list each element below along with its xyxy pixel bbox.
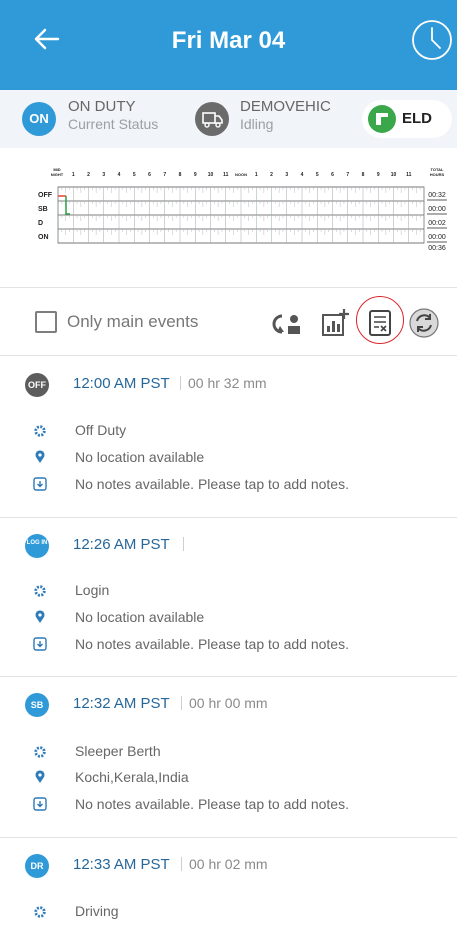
event-status: Sleeper Berth — [75, 743, 161, 759]
location-pin-icon — [35, 770, 45, 783]
graph-row-total: 00:02 — [428, 220, 446, 227]
graph-hour-label: 10 — [391, 172, 397, 178]
event-badge: LOG IN — [25, 534, 49, 558]
graph-hour-label: 4 — [301, 172, 304, 178]
graph-hour-label: 7 — [163, 172, 166, 178]
eld-logo-icon — [368, 105, 396, 133]
event-notes[interactable]: No notes available. Please tap to add no… — [75, 796, 349, 812]
gear-icon — [34, 906, 46, 918]
graph-row-label: D — [38, 220, 43, 227]
event-badge: DR — [25, 854, 49, 878]
graph-hour-label: 2 — [87, 172, 90, 178]
graph-hour-label: 3 — [102, 172, 105, 178]
divider — [181, 857, 182, 871]
event-status: Off Duty — [75, 422, 127, 438]
graph-hour-label: 6 — [148, 172, 151, 178]
duty-status-label: ON DUTY — [68, 98, 136, 115]
status-bar: ON ON DUTY Current Status DEMOVEHIC Idli… — [0, 90, 457, 148]
graph-hour-label: 3 — [285, 172, 288, 178]
event-card[interactable]: DR 12:33 AM PST 00 hr 02 mm Driving — [0, 838, 457, 926]
add-chart-icon[interactable] — [318, 306, 352, 340]
vehicle-name: DEMOVEHIC — [240, 98, 331, 115]
filter-row: Only main events — [0, 290, 457, 356]
main-events-label: Only main events — [67, 312, 199, 331]
graph-hour-label: 2 — [270, 172, 273, 178]
graph-hour-label: 8 — [179, 172, 182, 178]
graph-hour-label: 9 — [377, 172, 380, 178]
graph-row-total: 00:32 — [428, 192, 446, 199]
graph-hour-label: NOON — [235, 172, 247, 177]
note-icon[interactable] — [33, 477, 47, 491]
gear-icon — [34, 746, 46, 758]
duty-status-sub: Current Status — [68, 116, 159, 132]
graph-hour-label: 5 — [133, 172, 136, 178]
graph-grand-total: 00:36 — [428, 245, 446, 252]
page-title: Fri Mar 04 — [171, 27, 286, 54]
sync-icon[interactable] — [407, 306, 441, 340]
event-card[interactable]: LOG IN 12:26 AM PST Login No location av… — [0, 518, 457, 677]
event-location: Kochi,Kerala,India — [75, 769, 189, 785]
divider — [180, 376, 181, 390]
event-notes[interactable]: No notes available. Please tap to add no… — [75, 476, 349, 492]
graph-row-label: SB — [38, 206, 48, 213]
graph-hour-label: 4 — [118, 172, 121, 178]
main-events-checkbox[interactable] — [35, 311, 57, 333]
event-duration: 00 hr 02 mm — [189, 856, 268, 872]
event-location: No location available — [75, 449, 205, 465]
event-badge: SB — [25, 693, 49, 717]
graph-hour-label: 9 — [194, 172, 197, 178]
graph-row-total: 00:00 — [428, 234, 446, 241]
divider — [183, 537, 184, 551]
graph-row-total: 00:00 — [428, 206, 446, 213]
clock-icon[interactable] — [410, 18, 454, 62]
graph-hour-label: 5 — [316, 172, 319, 178]
vehicle-state: Idling — [240, 116, 274, 132]
event-time: 12:32 AM PST — [73, 695, 170, 712]
graph-row-label: OFF — [38, 192, 53, 199]
graph-duty-line — [65, 196, 70, 215]
divider — [181, 696, 182, 710]
event-card[interactable]: OFF 12:00 AM PST 00 hr 32 mm Off Duty No… — [0, 357, 457, 518]
graph-hour-label: 8 — [362, 172, 365, 178]
note-icon[interactable] — [33, 797, 47, 811]
graph-hour-label: NIGHT — [51, 172, 64, 177]
event-status: Driving — [75, 903, 119, 919]
event-time: 12:00 AM PST — [73, 375, 170, 392]
event-time: 12:26 AM PST — [73, 536, 170, 553]
graph-row-label: ON — [38, 234, 49, 241]
eld-label: ELD — [402, 110, 432, 127]
graph-hour-label: 11 — [223, 172, 229, 178]
graph-hour-label: 11 — [406, 172, 412, 178]
duty-graph: MID NIGHT 1 2 3 4 5 6 7 8 9 10 11 NOON 1 2 3 4 5 6 7 8 9 10 11 TO… — [0, 148, 457, 288]
event-badge: OFF — [25, 373, 49, 397]
graph-hour-label: 10 — [208, 172, 214, 178]
note-icon[interactable] — [33, 637, 47, 651]
graph-hour-label: 6 — [331, 172, 334, 178]
eld-button[interactable]: ELD — [362, 100, 452, 138]
app-header: Fri Mar 04 — [0, 0, 457, 90]
graph-hour-label: 1 — [255, 172, 258, 178]
event-card[interactable]: SB 12:32 AM PST 00 hr 00 mm Sleeper Bert… — [0, 677, 457, 838]
location-pin-icon — [35, 610, 45, 623]
gear-icon — [34, 585, 46, 597]
graph-hour-label: 1 — [72, 172, 75, 178]
event-status: Login — [75, 582, 110, 598]
event-location: No location available — [75, 609, 205, 625]
gear-icon — [34, 425, 46, 437]
location-pin-icon — [35, 450, 45, 463]
event-duration: 00 hr 32 mm — [188, 375, 267, 391]
event-notes[interactable]: No notes available. Please tap to add no… — [75, 636, 349, 652]
event-time: 12:33 AM PST — [73, 856, 170, 873]
truck-icon[interactable] — [195, 102, 229, 136]
graph-total-header: HOURS — [430, 172, 445, 177]
certify-log-icon[interactable] — [363, 306, 397, 340]
edit-weather-icon[interactable] — [270, 306, 304, 340]
event-duration: 00 hr 00 mm — [189, 695, 268, 711]
graph-hour-label: 7 — [346, 172, 349, 178]
on-duty-badge: ON — [22, 102, 56, 136]
